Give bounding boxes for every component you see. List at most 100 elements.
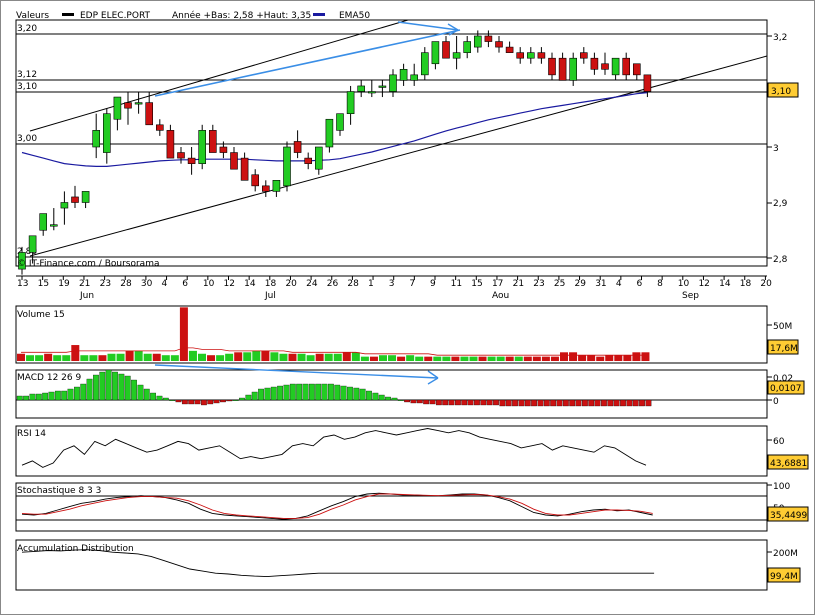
volume-bar: [351, 352, 360, 361]
volume-bar: [369, 356, 378, 361]
macd-bar: [112, 371, 118, 401]
macd-bar: [340, 385, 347, 401]
candle-body: [473, 35, 482, 48]
macd-bar: [245, 394, 252, 401]
x-axis-month-label: Aou: [492, 291, 509, 301]
x-axis-day-label: 24: [306, 279, 318, 289]
macd-bar: [620, 399, 626, 407]
candle-body: [484, 35, 493, 42]
macd-bar: [613, 399, 620, 407]
volume-bar: [188, 350, 197, 361]
volume-bar: [397, 356, 406, 361]
macd-bar: [283, 384, 290, 401]
candle-body: [378, 85, 387, 88]
ticker-legend-swatch: [62, 13, 74, 16]
macd-bar: [156, 395, 163, 401]
x-axis-day-label: 23: [533, 279, 544, 289]
macd-bar: [334, 384, 341, 401]
volume-bar: [442, 356, 451, 361]
volume-bar: [170, 355, 179, 361]
macd-bar: [543, 399, 550, 407]
macd-bar: [366, 390, 372, 401]
macd-bar: [99, 371, 106, 401]
macd-bar: [575, 399, 582, 407]
candle-body: [622, 57, 631, 76]
volume-bar: [433, 356, 442, 361]
candle-body: [92, 130, 100, 148]
candle-body: [357, 85, 366, 92]
x-axis-month-label: Jun: [79, 291, 94, 301]
macd-bar: [270, 386, 277, 401]
volume-bar: [333, 353, 342, 361]
candle-body: [410, 74, 419, 81]
macd-bar: [118, 373, 125, 401]
macd-bar: [397, 399, 404, 401]
macd-bar: [607, 399, 614, 407]
macd-bar: [207, 399, 214, 405]
stoch-title: Stochastique 8 3 3: [17, 486, 101, 496]
x-axis-day-label: 28: [120, 279, 132, 289]
macd-bar: [639, 399, 645, 407]
x-axis-day-label: 18: [740, 279, 752, 289]
volume-title: Volume 15: [17, 310, 65, 320]
macd-bar: [461, 399, 468, 406]
volume-bar: [578, 355, 587, 361]
accum-value-text: 99,4M: [770, 572, 798, 582]
x-axis-day-label: 4: [616, 279, 622, 289]
volume-bar: [487, 356, 496, 361]
macd-bar: [562, 399, 569, 407]
macd-bar: [347, 386, 353, 401]
macd-bar: [61, 390, 68, 401]
macd-bar: [296, 383, 303, 401]
macd-bar: [93, 374, 99, 401]
ema-legend-swatch: [313, 13, 325, 16]
volume-bar: [605, 355, 614, 361]
candle-body: [39, 213, 48, 231]
macd-bar: [435, 399, 442, 406]
macd-bar: [429, 399, 436, 405]
volume-bar: [424, 356, 433, 361]
rsi-title: RSI 14: [17, 429, 46, 439]
volume-bar: [496, 356, 505, 361]
volume-bar: [35, 355, 44, 361]
macd-bar: [486, 399, 493, 406]
volume-bar: [152, 353, 161, 361]
candle-body: [293, 141, 302, 153]
volume-bar: [306, 355, 315, 361]
x-axis-day-label: 17: [492, 279, 503, 289]
macd-bar: [385, 396, 391, 401]
candle-body: [145, 102, 153, 126]
x-axis-day-label: 28: [347, 279, 359, 289]
macd-bar: [188, 399, 195, 405]
macd-bar: [137, 384, 144, 401]
volume-bar: [587, 355, 596, 361]
macd-bar: [556, 399, 563, 407]
x-axis-day-label: 31: [595, 279, 606, 289]
volume-bar: [161, 355, 170, 361]
volume-bar: [406, 355, 415, 361]
macd-bar: [505, 399, 512, 407]
candle-body: [325, 118, 334, 148]
macd-bar: [524, 399, 531, 407]
macd-bar: [454, 399, 461, 406]
candle-body: [632, 63, 641, 76]
x-axis-day-label: 30: [141, 279, 153, 289]
price-axis-label-28: 2,8: [773, 255, 788, 265]
volume-bar: [388, 355, 397, 361]
x-axis-day-label: 11: [451, 279, 462, 289]
macd-bar: [391, 397, 398, 401]
volume-bar: [125, 350, 134, 361]
x-axis-day-label: 15: [471, 279, 482, 289]
candle-body: [81, 191, 90, 203]
volume-bar: [623, 355, 632, 361]
x-axis-day-label: 18: [265, 279, 277, 289]
volume-bar: [514, 356, 523, 361]
volume-bar: [270, 352, 279, 361]
accum-tick-label-200m: 200M: [773, 549, 798, 559]
x-axis-day-label: 6: [637, 279, 643, 289]
candle-body: [49, 224, 58, 227]
x-axis-day-label: 26: [327, 279, 339, 289]
candle-body: [569, 57, 578, 81]
macd-bar: [474, 399, 480, 406]
macd-bar: [150, 392, 157, 401]
